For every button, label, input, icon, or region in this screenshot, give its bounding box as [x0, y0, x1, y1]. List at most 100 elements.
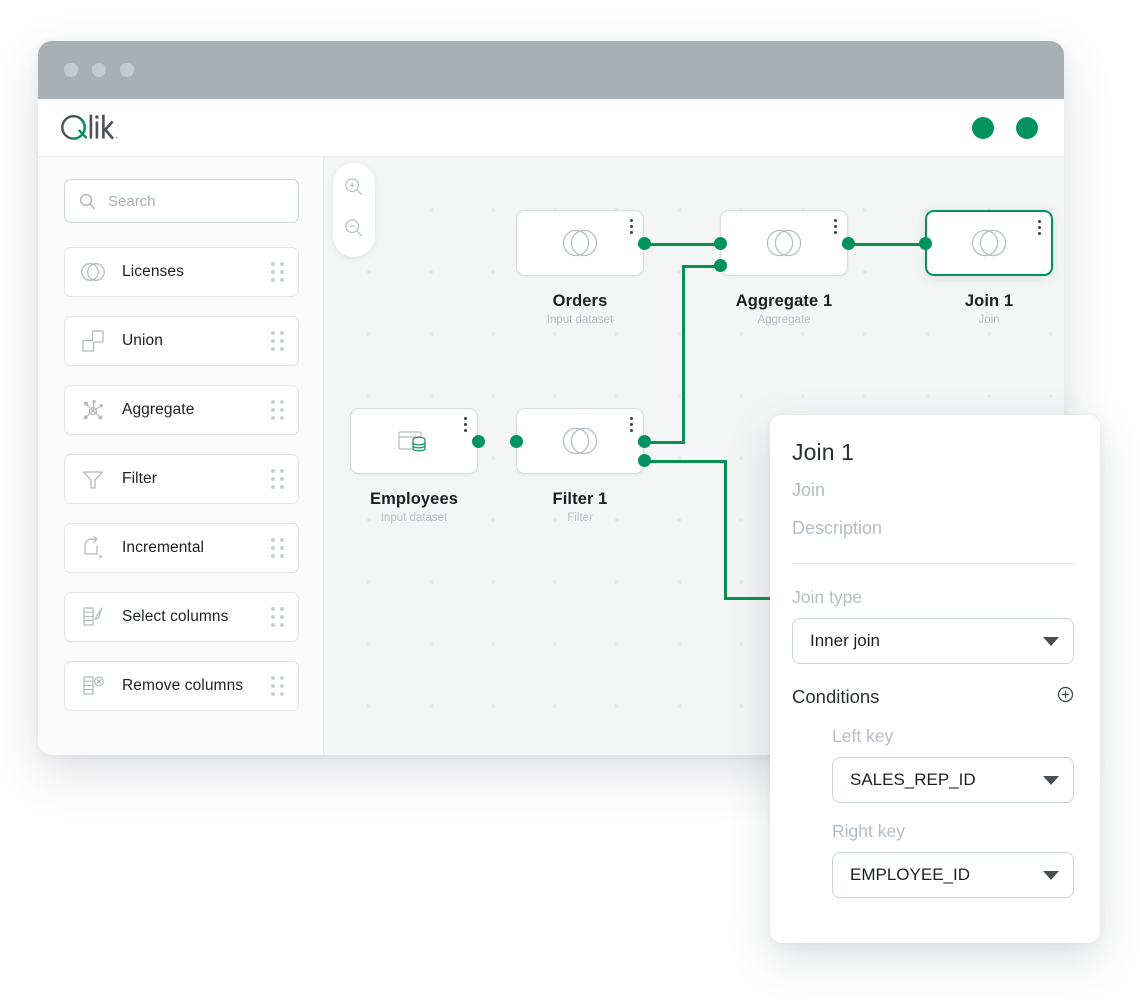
- chevron-down-icon: [1043, 636, 1059, 646]
- node-subtitle: Filter: [567, 512, 593, 524]
- search-icon: [79, 193, 96, 209]
- node-card[interactable]: [350, 408, 478, 474]
- tools-sidebar: Search Licenses Union Aggregate Filter I…: [38, 157, 324, 755]
- node-filter-1[interactable]: Filter 1 Filter: [516, 408, 644, 524]
- node-subtitle: Aggregate: [757, 314, 811, 326]
- tool-list: Licenses Union Aggregate Filter Incremen…: [64, 247, 299, 711]
- drag-handle-icon[interactable]: [271, 676, 284, 696]
- sidebar-item-label: Licenses: [122, 263, 184, 280]
- left-key-value: SALES_REP_ID: [850, 770, 976, 789]
- node-title: Employees: [369, 490, 459, 508]
- node-filter-1-input-port[interactable]: [510, 435, 523, 448]
- sidebar-item-incremental[interactable]: Incremental: [64, 523, 299, 573]
- description-field[interactable]: Description: [792, 518, 1074, 539]
- sidebar-item-label: Aggregate: [122, 401, 195, 418]
- zoom-in-button[interactable]: [343, 176, 365, 203]
- node-filter-1-output-port-1[interactable]: [638, 435, 651, 448]
- venn-circles-icon: [971, 229, 1007, 257]
- sidebar-item-select-columns[interactable]: Select columns: [64, 592, 299, 642]
- edge-filter-up-v: [682, 265, 685, 444]
- app-header: [38, 99, 1064, 157]
- plus-circle-icon[interactable]: [1057, 686, 1074, 708]
- magnifier-plus-icon: [345, 178, 363, 196]
- sidebar-item-label: Select columns: [122, 608, 229, 625]
- node-card[interactable]: [516, 210, 644, 276]
- node-card[interactable]: [925, 210, 1053, 276]
- join-properties-panel: Join 1 Join Description Join type Inner …: [770, 415, 1100, 943]
- node-menu-icon[interactable]: [1037, 220, 1041, 236]
- drag-handle-icon[interactable]: [271, 400, 284, 420]
- node-title: Orders: [552, 292, 608, 310]
- join-type-select[interactable]: Inner join: [792, 618, 1074, 664]
- maximize-dot[interactable]: [120, 63, 134, 77]
- minimize-dot[interactable]: [92, 63, 106, 77]
- sidebar-item-licenses[interactable]: Licenses: [64, 247, 299, 297]
- node-employees-output-port[interactable]: [472, 435, 485, 448]
- right-key-select[interactable]: EMPLOYEE_ID: [832, 852, 1074, 898]
- node-menu-icon[interactable]: [463, 417, 467, 433]
- node-join-1-input-port[interactable]: [919, 237, 932, 250]
- node-filter-1-output-port-2[interactable]: [638, 454, 651, 467]
- sidebar-item-label: Union: [122, 332, 163, 349]
- sidebar-item-union[interactable]: Union: [64, 316, 299, 366]
- node-aggregate-1-output-port[interactable]: [842, 237, 855, 250]
- sidebar-item-remove-columns[interactable]: Remove columns: [64, 661, 299, 711]
- drag-handle-icon[interactable]: [271, 331, 284, 351]
- screen-root: Search Licenses Union Aggregate Filter I…: [0, 0, 1140, 1000]
- node-aggregate-1-input-port-1[interactable]: [714, 237, 727, 250]
- drag-handle-icon[interactable]: [271, 262, 284, 282]
- join-type-value: Inner join: [810, 631, 880, 650]
- left-key-select[interactable]: SALES_REP_ID: [832, 757, 1074, 803]
- edge-filter-down-v: [724, 460, 727, 600]
- drag-handle-icon[interactable]: [271, 538, 284, 558]
- node-subtitle: Input dataset: [546, 314, 614, 326]
- node-subtitle: Join: [978, 314, 1000, 326]
- join-type-label: Join type: [792, 587, 863, 607]
- venn-circles-icon: [562, 427, 598, 455]
- drag-handle-icon[interactable]: [271, 469, 284, 489]
- panel-divider: [792, 563, 1074, 564]
- venn-circles-icon: [78, 257, 108, 287]
- node-title: Filter 1: [552, 490, 608, 508]
- chevron-down-icon: [1043, 870, 1059, 880]
- node-card[interactable]: [720, 210, 848, 276]
- node-title: Aggregate 1: [735, 292, 833, 310]
- search-placeholder: Search: [108, 192, 156, 210]
- edge-filter-down-h1: [641, 460, 727, 463]
- zoom-out-button[interactable]: [343, 217, 365, 244]
- remove-columns-icon: [78, 671, 108, 701]
- node-orders[interactable]: Orders Input dataset: [516, 210, 644, 326]
- sidebar-item-label: Remove columns: [122, 677, 244, 694]
- drag-handle-icon[interactable]: [271, 607, 284, 627]
- funnel-icon: [78, 464, 108, 494]
- qlik-logo[interactable]: [60, 113, 126, 143]
- node-subtitle: Input dataset: [380, 512, 448, 524]
- status-dot-1[interactable]: [972, 116, 994, 139]
- venn-circles-icon: [766, 229, 802, 257]
- left-key-label: Left key: [832, 726, 894, 746]
- aggregate-nodes-icon: [78, 395, 108, 425]
- node-title: Join 1: [964, 292, 1014, 310]
- panel-title: Join 1: [792, 439, 854, 465]
- sidebar-item-filter[interactable]: Filter: [64, 454, 299, 504]
- node-orders-output-port[interactable]: [638, 237, 651, 250]
- right-key-label: Right key: [832, 821, 905, 841]
- node-join-1[interactable]: Join 1 Join: [925, 210, 1053, 326]
- union-shape-icon: [78, 326, 108, 356]
- node-menu-icon[interactable]: [629, 417, 633, 433]
- magnifier-minus-icon: [345, 219, 363, 237]
- node-employees[interactable]: Employees Input dataset: [350, 408, 478, 524]
- right-key-value: EMPLOYEE_ID: [850, 865, 970, 884]
- close-dot[interactable]: [64, 63, 78, 77]
- node-aggregate-1-input-port-2[interactable]: [714, 259, 727, 272]
- conditions-header: Conditions: [792, 686, 1074, 708]
- sidebar-item-aggregate[interactable]: Aggregate: [64, 385, 299, 435]
- venn-circles-icon: [562, 229, 598, 257]
- node-menu-icon[interactable]: [629, 219, 633, 235]
- sidebar-item-label: Incremental: [122, 539, 205, 556]
- node-menu-icon[interactable]: [833, 219, 837, 235]
- node-aggregate-1[interactable]: Aggregate 1 Aggregate: [720, 210, 848, 326]
- search-input[interactable]: Search: [64, 179, 299, 223]
- node-card[interactable]: [516, 408, 644, 474]
- status-dot-2[interactable]: [1016, 116, 1038, 139]
